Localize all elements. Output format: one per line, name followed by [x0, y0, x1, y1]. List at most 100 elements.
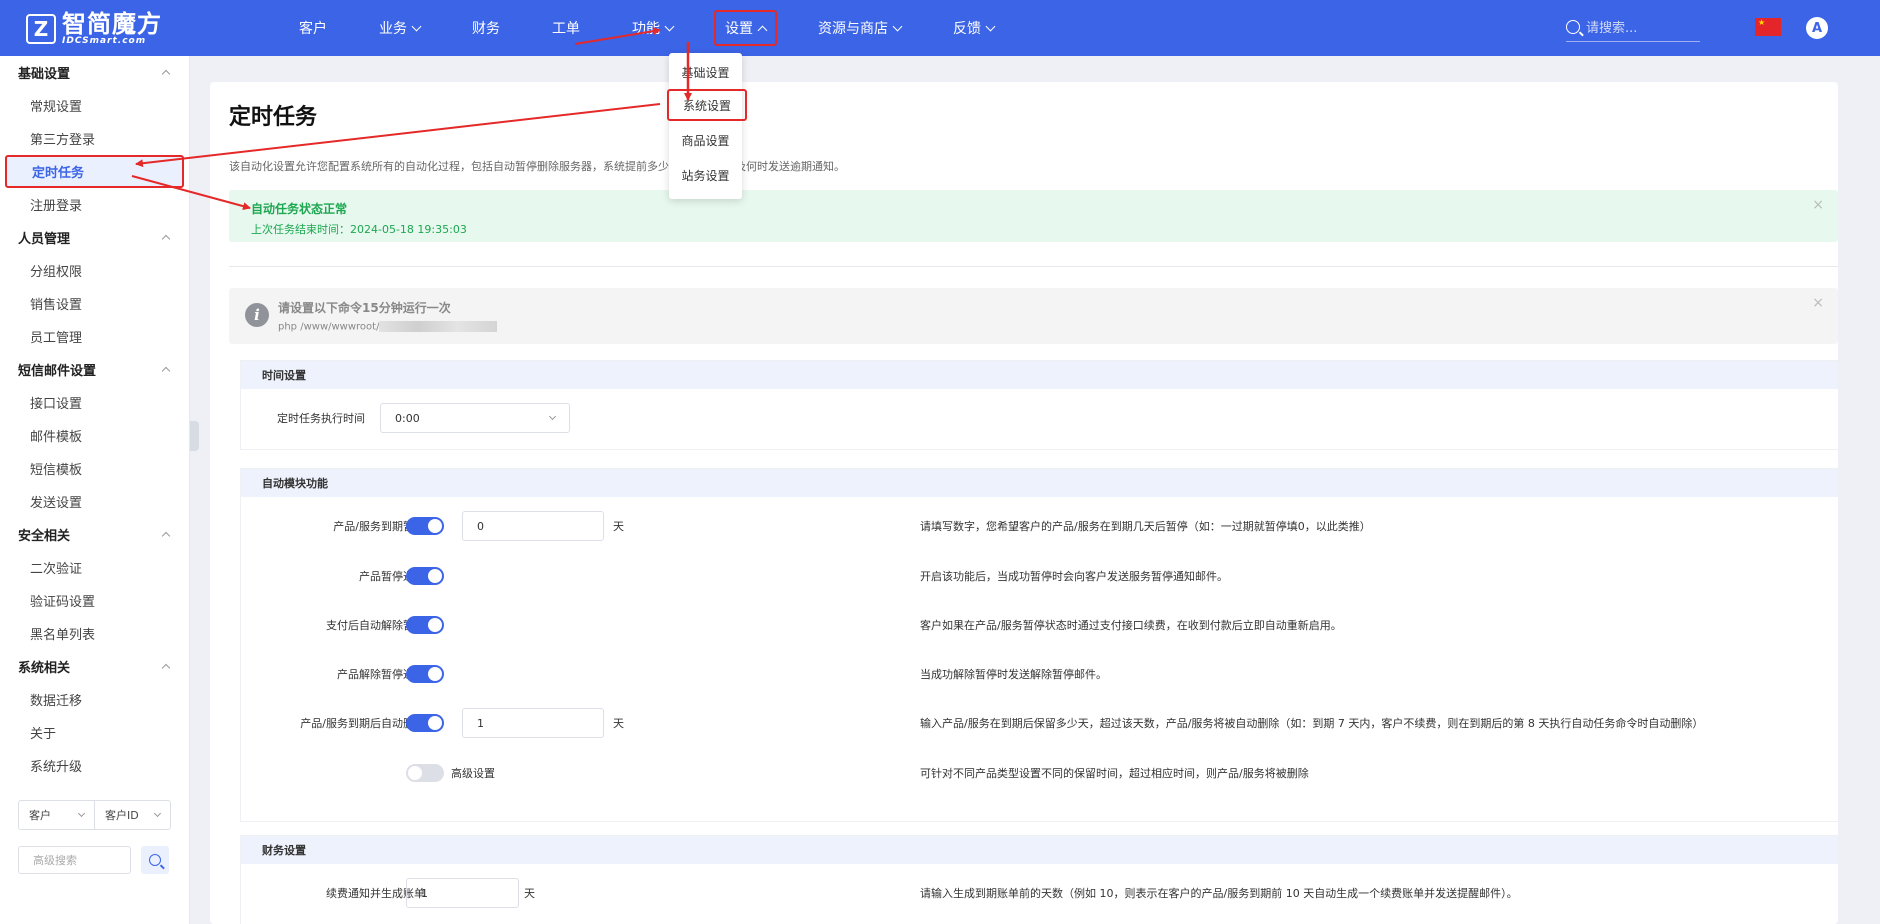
auto-module-section: 自动模块功能 产品/服务到期暂停 0 天 请填写数字，您希望客户的产品/服务在到…	[240, 468, 1838, 822]
chevron-down-icon	[548, 412, 557, 421]
nav-feedback[interactable]: 反馈	[942, 10, 1005, 46]
brand-logo[interactable]: Z 智简魔方 IDCSmart.com	[26, 12, 162, 46]
nav-business[interactable]: 业务	[368, 10, 431, 46]
help-text: 开启该功能后，当成功暂停时会向客户发送服务暂停通知邮件。	[920, 570, 1228, 583]
search-placeholder: 请搜索...	[1586, 21, 1638, 36]
chevron-down-icon	[892, 21, 903, 31]
page-title: 定时任务	[229, 105, 318, 130]
advanced-search-input[interactable]: 高级搜索	[18, 846, 131, 874]
sidebar-group-security[interactable]: 安全相关	[0, 518, 189, 551]
search-icon	[149, 854, 161, 866]
unsuspend-notify-toggle[interactable]	[406, 665, 444, 683]
advanced-search-button[interactable]	[141, 846, 169, 874]
suspend-on-expiry-toggle[interactable]	[406, 517, 444, 535]
auto-delete-toggle[interactable]	[406, 714, 444, 732]
dropdown-item-basic-settings[interactable]: 基础设置	[669, 58, 742, 86]
sidebar: 基础设置 常规设置 第三方登录 定时任务 注册登录 人员管理 分组权限 销售设置…	[0, 56, 190, 924]
nav-tickets[interactable]: 工单	[541, 10, 591, 46]
advanced-settings-label: 高级设置	[451, 767, 495, 780]
chevron-down-icon	[664, 21, 675, 31]
sidebar-group-sms-email[interactable]: 短信邮件设置	[0, 353, 189, 386]
sidebar-item-cron[interactable]: 定时任务	[5, 155, 184, 188]
sidebar-collapse-handle[interactable]	[190, 421, 199, 451]
auto-unsuspend-toggle[interactable]	[406, 616, 444, 634]
chevron-up-icon	[161, 663, 171, 673]
sidebar-item-2fa[interactable]: 二次验证	[0, 551, 189, 584]
finance-settings-section: 财务设置 续费通知并生成账单 1 天 请输入生成到期账单前的天数（例如 10，则…	[240, 835, 1838, 924]
cron-time-select[interactable]: 0:00	[380, 403, 570, 433]
form-row: 支付后自动解除暂停 客户如果在产品/服务暂停状态时通过支付接口续费，在收到付款后…	[241, 610, 1838, 640]
sidebar-item-sms-templates[interactable]: 短信模板	[0, 452, 189, 485]
top-navbar: Z 智简魔方 IDCSmart.com 客户 业务 财务 工单 功能 设置 资源…	[0, 0, 1880, 56]
dropdown-item-site-settings[interactable]: 站务设置	[669, 161, 742, 189]
close-icon[interactable]: ×	[1812, 198, 1824, 212]
sidebar-item-send-settings[interactable]: 发送设置	[0, 485, 189, 518]
sidebar-item-employees[interactable]: 员工管理	[0, 320, 189, 353]
help-text: 当成功解除暂停时发送解除暂停邮件。	[920, 668, 1107, 681]
chevron-down-icon	[985, 21, 996, 31]
dropdown-item-system-settings[interactable]: 系统设置	[667, 89, 747, 121]
sidebar-item-upgrade[interactable]: 系统升级	[0, 749, 189, 782]
chevron-down-icon	[411, 21, 422, 31]
renewal-days-input[interactable]: 1	[406, 878, 519, 908]
search-filter-select: 客户 客户ID	[18, 800, 171, 830]
nav-finance[interactable]: 财务	[461, 10, 511, 46]
close-icon[interactable]: ×	[1812, 296, 1824, 310]
logo-icon: Z	[26, 14, 56, 44]
settings-dropdown-menu: 基础设置 系统设置 商品设置 站务设置	[667, 53, 747, 199]
help-text: 请输入生成到期账单前的天数（例如 10，则表示在客户的产品/服务到期前 10 天…	[920, 887, 1518, 900]
status-alert-detail: 上次任务结束时间：2024-05-18 19:35:03	[251, 223, 467, 236]
suspend-notify-toggle[interactable]	[406, 567, 444, 585]
unit-label: 天	[613, 717, 624, 730]
main-card: 定时任务 该自动化设置允许您配置系统所有的自动化过程，包括自动暂停删除服务器，系…	[210, 82, 1838, 924]
brand-name: 智简魔方	[62, 10, 162, 38]
delete-days-input[interactable]: 1	[462, 708, 604, 738]
nav-features[interactable]: 功能	[621, 10, 684, 46]
sidebar-item-general[interactable]: 常规设置	[0, 89, 189, 122]
search-icon	[1566, 19, 1580, 34]
sidebar-item-register-login[interactable]: 注册登录	[0, 188, 189, 221]
language-flag-icon[interactable]: ★	[1755, 18, 1781, 36]
help-text: 输入产品/服务在到期后保留多少天，超过该天数，产品/服务将被自动删除（如：到期 …	[920, 717, 1704, 730]
nav-customers[interactable]: 客户	[288, 10, 338, 46]
section-title: 时间设置	[241, 361, 1838, 389]
form-row: 产品暂停通知 开启该功能后，当成功暂停时会向客户发送服务暂停通知邮件。	[241, 561, 1838, 591]
user-avatar[interactable]: A	[1806, 17, 1828, 39]
chevron-down-icon	[77, 809, 86, 818]
global-search-input[interactable]: 请搜索...	[1566, 12, 1700, 42]
advanced-settings-toggle[interactable]	[406, 764, 444, 782]
chevron-up-icon	[161, 234, 171, 244]
suspend-days-input[interactable]: 0	[462, 511, 604, 541]
chevron-up-icon	[161, 366, 171, 376]
sidebar-item-interfaces[interactable]: 接口设置	[0, 386, 189, 419]
chevron-up-icon	[161, 69, 171, 79]
sidebar-group-system[interactable]: 系统相关	[0, 650, 189, 683]
chevron-down-icon	[153, 809, 162, 818]
status-alert-title: 自动任务状态正常	[251, 202, 348, 216]
time-settings-section: 时间设置 定时任务执行时间 0:00	[240, 360, 1838, 450]
search-field-select[interactable]: 客户ID	[94, 801, 170, 829]
chevron-up-icon	[757, 25, 768, 35]
status-alert: 自动任务状态正常 上次任务结束时间：2024-05-18 19:35:03 ×	[229, 190, 1838, 242]
sidebar-item-blacklist[interactable]: 黑名单列表	[0, 617, 189, 650]
form-row: 产品/服务到期后自动删除 1 天 输入产品/服务在到期后保留多少天，超过该天数，…	[241, 708, 1838, 738]
sidebar-item-group-permissions[interactable]: 分组权限	[0, 254, 189, 287]
form-row: 续费通知并生成账单 1 天 请输入生成到期账单前的天数（例如 10，则表示在客户…	[241, 878, 1838, 908]
sidebar-group-staff[interactable]: 人员管理	[0, 221, 189, 254]
section-title: 自动模块功能	[241, 469, 1838, 497]
sidebar-group-basic[interactable]: 基础设置	[0, 56, 189, 89]
cron-command-text: php /www/wwwroot/i	[278, 321, 498, 333]
dropdown-item-product-settings[interactable]: 商品设置	[669, 126, 742, 154]
sidebar-item-about[interactable]: 关于	[0, 716, 189, 749]
sidebar-item-data-migration[interactable]: 数据迁移	[0, 683, 189, 716]
sidebar-item-sales[interactable]: 销售设置	[0, 287, 189, 320]
sidebar-item-email-templates[interactable]: 邮件模板	[0, 419, 189, 452]
form-row: 产品/服务到期暂停 0 天 请填写数字，您希望客户的产品/服务在到期几天后暂停（…	[241, 511, 1838, 541]
search-type-select[interactable]: 客户	[19, 801, 94, 829]
chevron-up-icon	[161, 531, 171, 541]
sidebar-item-captcha[interactable]: 验证码设置	[0, 584, 189, 617]
nav-settings[interactable]: 设置	[714, 10, 777, 46]
sidebar-item-third-party-login[interactable]: 第三方登录	[0, 122, 189, 155]
cron-command-title: 请设置以下命令15分钟运行一次	[278, 301, 451, 315]
nav-resources-store[interactable]: 资源与商店	[807, 10, 912, 46]
